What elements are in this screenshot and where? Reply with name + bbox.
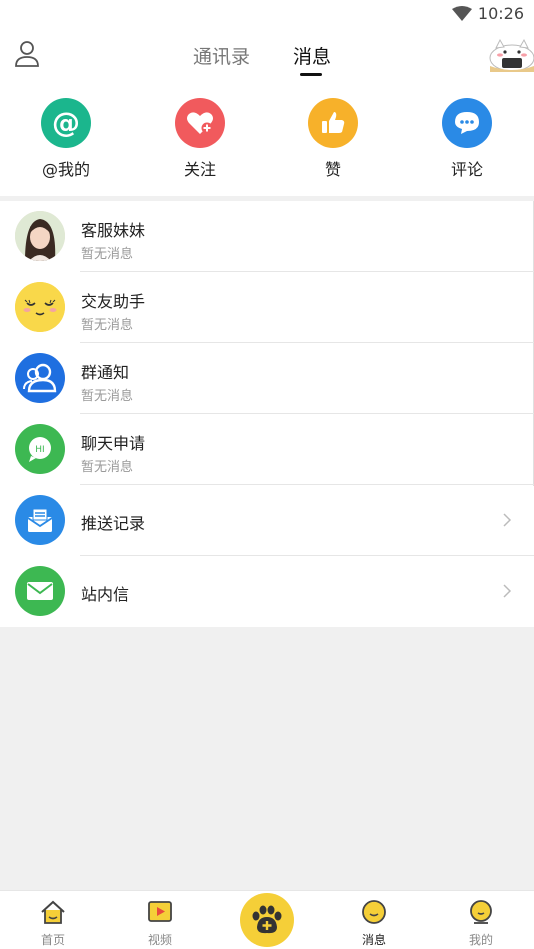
- chevron-right-icon: [503, 513, 512, 527]
- message-list: 客服妹妹 暂无消息 交友助手 暂无消息 群通知 暂无消息 HI 聊天申请 暂无消…: [0, 201, 534, 627]
- list-item-title: 聊天申请: [81, 434, 146, 453]
- cat-avatar-icon[interactable]: [488, 38, 534, 72]
- list-item-title: 推送记录: [81, 514, 146, 533]
- quick-action-label: @我的: [41, 160, 90, 179]
- quick-action-label: 评论: [450, 160, 483, 179]
- tab-messages[interactable]: 消息: [293, 42, 331, 69]
- app-screen: 10:26 通讯录 消息 @ @我的 关注 赞 评论 客服妹妹 暂无消息 交友助…: [0, 0, 534, 949]
- list-item-title: 站内信: [81, 585, 130, 604]
- nav-messages[interactable]: 消息: [344, 899, 404, 948]
- video-icon: [148, 901, 172, 922]
- quick-action-comment[interactable]: 评论: [432, 98, 502, 180]
- message-face-icon: [362, 900, 386, 924]
- nav-label: 首页: [40, 933, 65, 947]
- list-item-title: 群通知: [81, 363, 130, 382]
- list-item-friend-helper[interactable]: 交友助手 暂无消息: [0, 272, 534, 343]
- list-item-subtitle: 暂无消息: [81, 247, 134, 262]
- nav-label: 视频: [147, 933, 172, 947]
- tab-active-indicator: [300, 73, 322, 76]
- quick-action-label: 关注: [183, 160, 216, 179]
- status-bar: 10:26: [0, 0, 534, 28]
- nav-label: 我的: [468, 933, 493, 947]
- group-icon: [15, 353, 65, 403]
- list-item-push-records[interactable]: 推送记录: [0, 485, 534, 556]
- list-item-customer-service[interactable]: 客服妹妹 暂无消息: [0, 201, 534, 272]
- nav-me[interactable]: 我的: [451, 899, 511, 948]
- nav-home[interactable]: 首页: [23, 899, 83, 948]
- hi-chat-icon: HI: [15, 424, 65, 474]
- envelope-open-icon: [15, 495, 65, 545]
- top-header: 通讯录 消息: [0, 28, 534, 88]
- post-button[interactable]: [240, 893, 294, 947]
- paw-plus-icon: [252, 905, 282, 934]
- thumbs-up-icon: [308, 98, 358, 148]
- nav-video[interactable]: 视频: [130, 899, 190, 948]
- profile-icon[interactable]: [14, 40, 40, 68]
- home-icon: [41, 900, 65, 924]
- quick-action-follow[interactable]: 关注: [165, 98, 235, 180]
- mail-icon: [15, 566, 65, 616]
- tab-contacts[interactable]: 通讯录: [193, 42, 250, 69]
- status-time: 10:26: [477, 4, 524, 23]
- chevron-right-icon: [503, 584, 512, 598]
- list-item-subtitle: 暂无消息: [81, 318, 134, 333]
- at-icon: @: [41, 98, 91, 148]
- quick-action-like[interactable]: 赞: [298, 98, 368, 180]
- chat-bubble-icon: [442, 98, 492, 148]
- svg-text:HI: HI: [35, 445, 44, 455]
- wifi-icon: [452, 6, 472, 21]
- heart-plus-icon: [175, 98, 225, 148]
- list-item-title: 客服妹妹: [81, 221, 146, 240]
- list-item-title: 交友助手: [81, 292, 146, 311]
- list-item-subtitle: 暂无消息: [81, 389, 134, 404]
- list-item-group-notice[interactable]: 群通知 暂无消息: [0, 343, 534, 414]
- list-item-chat-request[interactable]: HI 聊天申请 暂无消息: [0, 414, 534, 485]
- quick-action-at-me[interactable]: @ @我的: [31, 98, 101, 180]
- emoji-face-avatar: [15, 282, 65, 332]
- customer-service-avatar: [15, 211, 65, 261]
- nav-label: 消息: [361, 933, 386, 947]
- quick-actions: @ @我的 关注 赞 评论: [0, 88, 534, 196]
- list-item-site-mail[interactable]: 站内信: [0, 556, 534, 627]
- list-item-subtitle: 暂无消息: [81, 460, 134, 475]
- profile-face-icon: [470, 900, 492, 924]
- quick-action-label: 赞: [324, 160, 341, 179]
